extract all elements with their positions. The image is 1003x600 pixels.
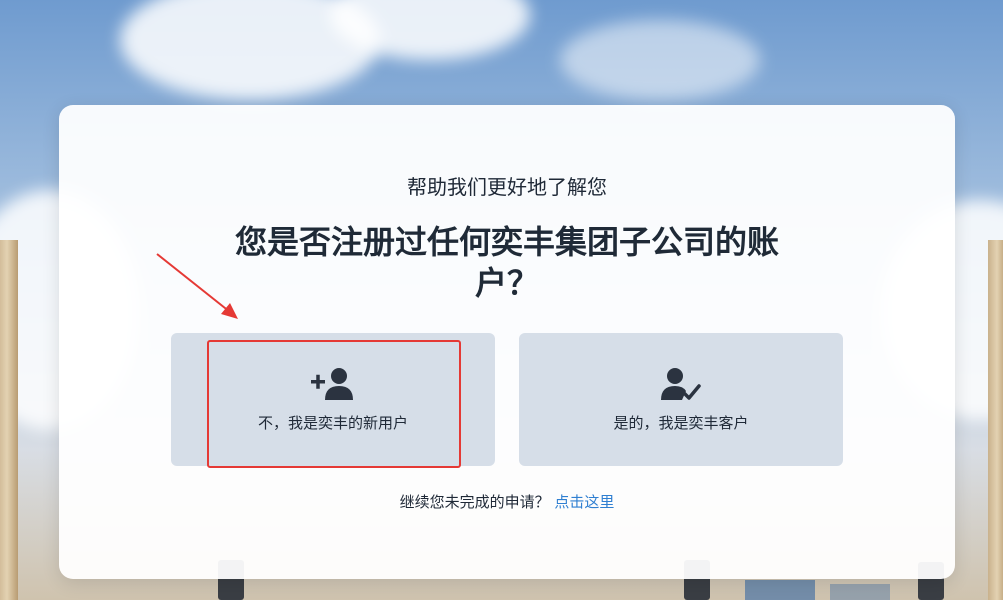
existing-customer-label: 是的，我是奕丰客户 — [613, 414, 749, 432]
onboarding-card: 帮助我们更好地了解您 您是否注册过任何奕丰集团子公司的账户？ 不，我是奕丰的新用… — [59, 105, 955, 579]
add-user-icon — [311, 368, 353, 400]
existing-customer-option[interactable]: 是的，我是奕丰客户 — [519, 333, 843, 466]
resume-prompt: 继续您未完成的申请？ — [399, 493, 550, 511]
resume-link[interactable]: 点击这里 — [554, 493, 614, 511]
page-title: 您是否注册过任何奕丰集团子公司的账户？ — [234, 223, 779, 302]
new-user-label: 不，我是奕丰的新用户 — [257, 414, 408, 432]
annotation-arrow-icon — [156, 253, 238, 319]
resume-application: 继续您未完成的申请？ 点击这里 — [59, 491, 955, 512]
new-user-option[interactable]: 不，我是奕丰的新用户 — [171, 333, 495, 466]
user-check-icon — [661, 368, 701, 400]
page-subtitle: 帮助我们更好地了解您 — [407, 175, 607, 199]
